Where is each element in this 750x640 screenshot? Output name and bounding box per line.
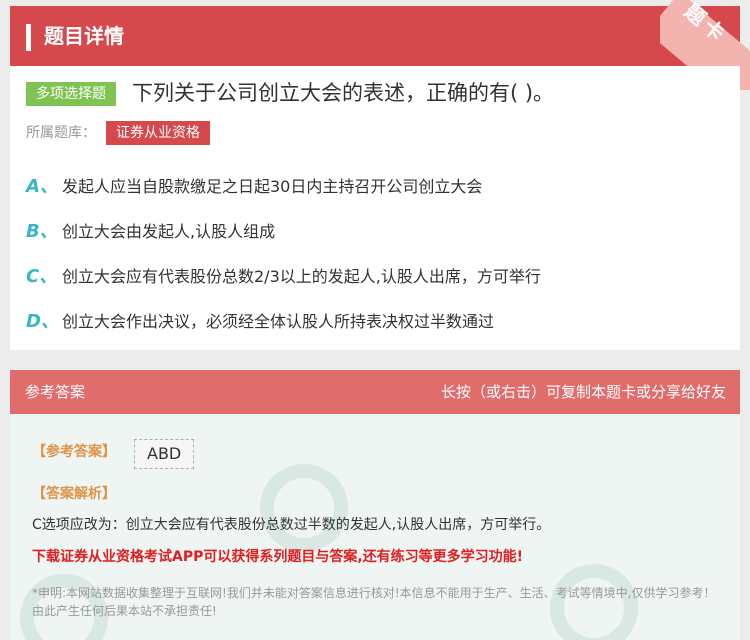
answer-body: 【参考答案】 ABD 【答案解析】 C选项应改为：创立大会应有代表股份总数过半数…	[10, 414, 740, 640]
reference-answer-value[interactable]: ABD	[134, 439, 195, 469]
option-text: 创立大会由发起人,认股人组成	[62, 222, 276, 241]
header-bar: 题目详情	[10, 6, 740, 66]
option-text: 创立大会应有代表股份总数2/3以上的发起人,认股人出席，方可举行	[62, 267, 541, 286]
question-card-page: 题目详情 题卡 多项选择题 下列关于公司创立大会的表述，正确的有( )。 所属题…	[0, 0, 750, 640]
option-text: 创立大会作出决议，必须经全体认股人所持表决权过半数通过	[62, 312, 495, 331]
option-text: 发起人应当自股款缴足之日起30日内主持召开公司创立大会	[62, 177, 483, 196]
option-d[interactable]: D、 创立大会作出决议，必须经全体认股人所持表决权过半数通过	[26, 307, 494, 337]
answer-header: 参考答案 长按（或右击）可复制本题卡或分享给好友	[10, 370, 740, 414]
option-a[interactable]: A、 发起人应当自股款缴足之日起30日内主持召开公司创立大会	[26, 172, 482, 202]
question-text: 下列关于公司创立大会的表述，正确的有( )。	[132, 81, 555, 105]
question-type-badge: 多项选择题	[26, 82, 116, 106]
reference-answer-label: 【参考答案】	[32, 444, 116, 460]
answer-title: 参考答案	[25, 383, 86, 401]
page-title: 题目详情	[44, 24, 124, 48]
option-letter: B、	[26, 221, 58, 242]
analysis-text: C选项应改为：创立大会应有代表股份总数过半数的发起人,认股人出席，方可举行。	[32, 517, 551, 533]
question-card: 多项选择题 下列关于公司创立大会的表述，正确的有( )。 所属题库： 证券从业资…	[10, 66, 740, 350]
header-marker	[26, 24, 31, 51]
option-letter: D、	[26, 311, 59, 332]
app-promo-link[interactable]: 下载证券从业资格考试APP可以获得系列题目与答案,还有练习等更多学习功能!	[32, 546, 523, 568]
option-letter: C、	[26, 266, 58, 287]
option-letter: A、	[26, 176, 58, 197]
analysis-label: 【答案解析】	[32, 486, 116, 502]
bank-badge[interactable]: 证券从业资格	[106, 121, 210, 145]
option-c[interactable]: C、 创立大会应有代表股份总数2/3以上的发起人,认股人出席，方可举行	[26, 262, 541, 292]
share-hint: 长按（或右击）可复制本题卡或分享给好友	[440, 383, 726, 401]
option-b[interactable]: B、 创立大会由发起人,认股人组成	[26, 217, 275, 247]
bank-label: 所属题库：	[26, 125, 96, 141]
disclaimer-text: *申明:本网站数据收集整理于互联网!我们并未能对答案信息进行核对!本信息不能用于…	[32, 586, 716, 618]
watermark-logo-icon	[260, 464, 348, 552]
